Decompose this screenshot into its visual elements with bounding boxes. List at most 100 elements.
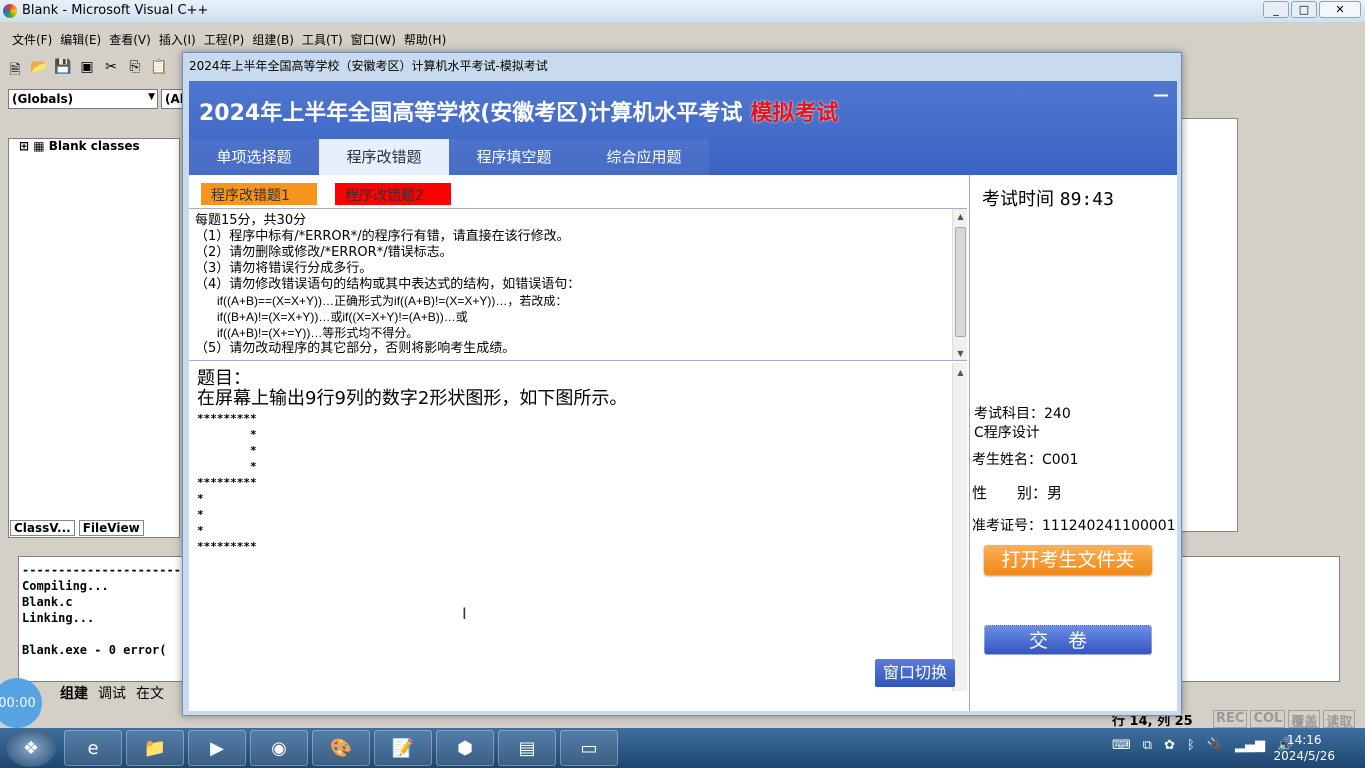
menu-window[interactable]: 窗口(W) — [351, 31, 396, 50]
rule-line: （3）请勿将错误行分成多行。 — [195, 261, 373, 276]
question-text: 在屏幕上输出9行9列的数字2形状图形，如下图所示。 — [197, 388, 628, 409]
save-all-icon[interactable]: ▣ — [78, 59, 96, 77]
new-file-icon[interactable]: 🗎 — [6, 59, 24, 78]
minimize-icon[interactable]: — — [1153, 85, 1169, 104]
save-icon[interactable]: 💾 — [54, 59, 72, 77]
chrome-icon[interactable]: ◉ — [250, 730, 308, 766]
menu-view[interactable]: 查看(V) — [109, 31, 151, 50]
open-folder-button[interactable]: 打开考生文件夹 — [984, 545, 1152, 575]
status-readonly: 读取 — [1323, 710, 1356, 730]
power-icon[interactable]: 🔌 — [1207, 738, 1223, 753]
remote-desktop-icon[interactable]: ▭ — [560, 730, 618, 766]
tree-item-label: Blank classes — [48, 139, 140, 153]
exam-heading: 2024年上半年全国高等学校(安徽考区)计算机水平考试 模拟考试 — [199, 95, 838, 127]
switch-window-button[interactable]: 窗口切换 — [875, 659, 955, 687]
recording-timer[interactable]: 00:00 — [0, 678, 42, 728]
tab-single-choice[interactable]: 单项选择题 — [189, 139, 319, 175]
rule-code-line: if((A+B)==(X=X+Y))…正确形式为if((A+B)!=(X=X+Y… — [217, 294, 568, 308]
subtab-question-1[interactable]: 程序改错题1 — [201, 183, 317, 205]
rules-scrollbar[interactable]: ▲ ▼ — [952, 209, 967, 360]
id-label: 准考证号： — [972, 518, 1042, 534]
exam-time-value: 89:43 — [1059, 189, 1114, 210]
exam-header: 2024年上半年全国高等学校(安徽考区)计算机水平考试 模拟考试 — 单项选择题 … — [189, 81, 1177, 175]
rule-line: （2）请勿删除或修改/*ERROR*/错误标志。 — [195, 245, 453, 260]
question-subtabs: 程序改错题1 程序改错题2 — [201, 183, 451, 205]
minimize-button[interactable]: _ — [1263, 1, 1289, 18]
tab-fileview[interactable]: FileView — [78, 520, 144, 536]
ie-icon[interactable]: e — [64, 730, 122, 766]
media-player-icon[interactable]: ▶ — [188, 730, 246, 766]
menu-tools[interactable]: 工具(T) — [302, 31, 343, 50]
start-button[interactable]: ❖ — [6, 729, 56, 767]
rule-line: （4）请勿修改错误语句的结构或其中表达式的结构，如错误语句： — [195, 277, 581, 292]
explorer-icon[interactable]: 📁 — [126, 730, 184, 766]
open-icon[interactable]: 📂 — [30, 59, 48, 77]
question-area[interactable]: 题目： 在屏幕上输出9行9列的数字2形状图形，如下图所示。 ********* … — [189, 363, 967, 691]
tab-program-correction[interactable]: 程序改错题 — [319, 139, 449, 175]
clock-time: 14:16 — [1286, 733, 1322, 747]
name-value: C001 — [1042, 452, 1079, 468]
question-scrollbar[interactable]: ▲ — [952, 363, 967, 691]
language-icon[interactable]: ⧉ — [1143, 738, 1152, 753]
vc-menu-bar: 文件(F) 编辑(E) 查看(V) 插入(I) 工程(P) 组建(B) 工具(T… — [0, 28, 446, 50]
tab-program-fill[interactable]: 程序填空题 — [449, 139, 579, 175]
vc-title: Blank - Microsoft Visual C++ — [22, 3, 209, 18]
tab-classview[interactable]: ClassV... — [10, 520, 75, 536]
exam-time: 考试时间 89:43 — [982, 185, 1114, 211]
expand-icon[interactable]: ⊞ ▦ — [19, 139, 49, 153]
submit-button[interactable]: 交卷 — [984, 625, 1152, 655]
flower-icon[interactable]: ✿ — [1164, 738, 1175, 753]
menu-help[interactable]: 帮助(H) — [404, 31, 446, 50]
status-rec: REC — [1213, 710, 1248, 728]
exam-side-panel: 考试时间 89:43 考试科目：240 C程序设计 考生姓名：C001 性 别：… — [969, 175, 1177, 711]
menu-insert[interactable]: 插入(I) — [159, 31, 196, 50]
clock[interactable]: 14:16 2024/5/26 — [1273, 732, 1335, 764]
clock-date: 2024/5/26 — [1273, 749, 1335, 763]
tab-build[interactable]: 组建 — [60, 683, 88, 703]
menu-build[interactable]: 组建(B) — [252, 31, 294, 50]
name-label: 考生姓名： — [972, 452, 1042, 468]
tab-find-in-files[interactable]: 在文 — [136, 683, 164, 703]
exam-heading-title: 2024年上半年全国高等学校(安徽考区)计算机水平考试 — [199, 101, 743, 126]
cut-icon[interactable]: ✂ — [102, 59, 120, 77]
tree-item-blank-classes[interactable]: ⊞ ▦ Blank classes — [9, 139, 179, 153]
scroll-up-icon[interactable]: ▲ — [953, 209, 967, 223]
rule-code-line: if((B+A)!=(X=X+Y))…或if((X=X+Y)!=(A+B))…或 — [217, 310, 468, 324]
paste-icon[interactable]: 📋 — [150, 59, 168, 77]
gender-info: 性 别：男 — [972, 482, 1062, 503]
subtab-question-2[interactable]: 程序改错题2 — [335, 183, 451, 205]
gender-label: 性 别： — [972, 484, 1048, 502]
copy-icon[interactable]: ⎘ — [126, 59, 144, 77]
rule-code-line: if((A+B)!=(X+=Y))…等形式均不得分。 — [217, 326, 419, 340]
status-col: COL — [1250, 710, 1286, 728]
status-overwrite: 覆盖 — [1288, 710, 1321, 730]
system-tray: ⌨ ⧉ ✿ ᛒ 🔌 ▂▄▆ 🔊 — [1112, 738, 1293, 753]
menu-project[interactable]: 工程(P) — [204, 31, 245, 50]
maximize-button[interactable]: □ — [1291, 1, 1317, 18]
exam-mode-label: 模拟考试 — [750, 101, 839, 126]
menu-file[interactable]: 文件(F) — [12, 31, 52, 50]
windows-logo-icon: ❖ — [22, 737, 40, 759]
globals-combo-value: (Globals) — [12, 92, 74, 106]
star-pattern: ********* * * * ********* * * * ********… — [197, 412, 257, 553]
menu-edit[interactable]: 编辑(E) — [60, 31, 101, 50]
exam-app-icon[interactable]: ▤ — [498, 730, 556, 766]
close-button[interactable]: ✕ — [1319, 1, 1361, 18]
visual-cpp-icon[interactable]: ⬢ — [436, 730, 494, 766]
chevron-down-icon[interactable]: ▼ — [148, 92, 155, 102]
tab-comprehensive[interactable]: 综合应用题 — [579, 139, 709, 175]
paint-icon[interactable]: 🎨 — [312, 730, 370, 766]
scroll-thumb[interactable] — [955, 227, 966, 337]
vc-logo-icon — [3, 4, 17, 18]
scroll-down-icon[interactable]: ▼ — [953, 346, 967, 360]
globals-combo[interactable]: (Globals) ▼ — [8, 89, 158, 109]
scroll-up-icon[interactable]: ▲ — [953, 363, 968, 377]
exam-time-label: 考试时间 — [982, 189, 1054, 210]
bluetooth-icon[interactable]: ᛒ — [1187, 738, 1195, 753]
keyboard-icon[interactable]: ⌨ — [1112, 738, 1131, 753]
exam-body: 程序改错题1 程序改错题2 每题15分，共30分 （1）程序中标有/*ERROR… — [189, 175, 1177, 711]
signal-icon[interactable]: ▂▄▆ — [1235, 738, 1265, 753]
tab-debug[interactable]: 调试 — [98, 683, 126, 703]
notepad-icon[interactable]: 📝 — [374, 730, 432, 766]
rule-line: （5）请勿改动程序的其它部分，否则将影响考生成绩。 — [195, 341, 516, 356]
